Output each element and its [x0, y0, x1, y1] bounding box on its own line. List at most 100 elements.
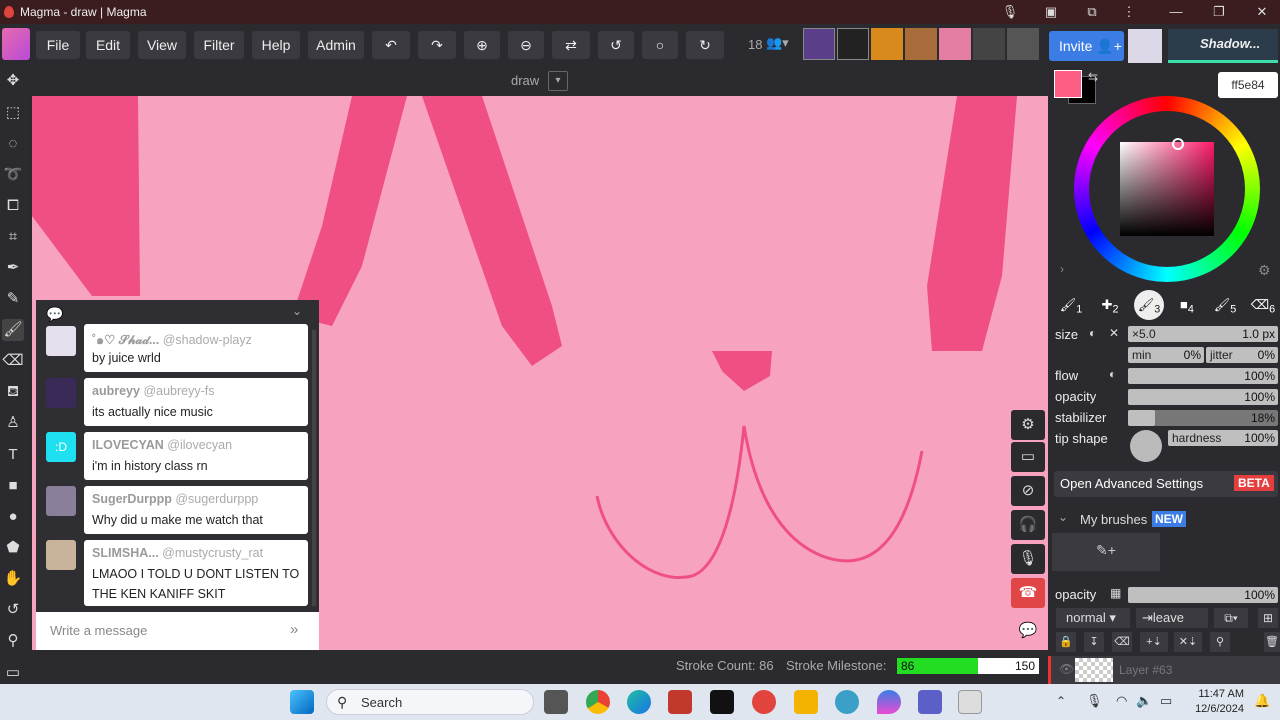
move-tool-icon[interactable]: ✥: [2, 70, 24, 92]
teams-icon[interactable]: [918, 690, 942, 714]
taskbar-search[interactable]: ⚲ Search: [326, 689, 534, 715]
clock-time[interactable]: 11:47 AM: [1196, 688, 1244, 700]
avatar[interactable]: [46, 540, 76, 570]
headphones-icon[interactable]: 🎧: [1011, 510, 1045, 540]
minimize-button[interactable]: —: [1167, 3, 1185, 21]
message-handle[interactable]: @mustycrusty_rat: [162, 546, 263, 560]
menu-help[interactable]: Help: [252, 31, 300, 59]
message-input[interactable]: Write a message »: [36, 612, 319, 650]
menu-view[interactable]: View: [138, 31, 186, 59]
primary-color-swatch[interactable]: [1054, 70, 1082, 98]
delete-layer-icon[interactable]: 🗑: [1264, 632, 1280, 652]
blend-mode-select[interactable]: normal ▾: [1056, 608, 1130, 628]
send-icon[interactable]: »: [290, 621, 298, 638]
avatar[interactable]: [46, 486, 76, 516]
pencil-icon[interactable]: ✎: [2, 288, 24, 310]
rectangle-tool-icon[interactable]: ■: [2, 475, 24, 497]
windows-start-icon[interactable]: [290, 690, 314, 714]
transform-icon[interactable]: ⧠: [2, 195, 24, 217]
avatar[interactable]: [46, 326, 76, 356]
restore-button[interactable]: ❐: [1210, 3, 1228, 21]
text-tool-icon[interactable]: T: [2, 444, 24, 466]
username-badge[interactable]: Shadow...: [1168, 29, 1278, 63]
mic-tray-icon[interactable]: 🎙: [1086, 693, 1103, 709]
pressure-icon[interactable]: ◐: [1089, 326, 1096, 340]
rotate-view-icon[interactable]: ↺: [2, 599, 24, 621]
avatar[interactable]: [1007, 28, 1039, 60]
layer-row[interactable]: 👁 Layer #63: [1048, 656, 1280, 684]
avatar[interactable]: [46, 378, 76, 408]
redo-icon[interactable]: ↷: [418, 31, 456, 59]
color-picker-handle[interactable]: [1172, 138, 1184, 150]
menu-admin[interactable]: Admin: [308, 31, 364, 59]
shape-tool-icon[interactable]: ⬟: [2, 537, 24, 559]
transparency-icon[interactable]: ▦: [1110, 586, 1121, 600]
app-icon[interactable]: [668, 690, 692, 714]
eraser-icon[interactable]: ⌫: [2, 350, 24, 372]
leave-button[interactable]: ⇥leave: [1136, 608, 1208, 628]
avatar[interactable]: [871, 28, 903, 60]
edge-icon[interactable]: [627, 690, 651, 714]
users-icon[interactable]: 👥▾: [766, 35, 789, 51]
flow-slider[interactable]: 100%: [1128, 368, 1278, 384]
stamp-icon[interactable]: ♙: [2, 412, 24, 434]
flip-view-icon[interactable]: ⇄: [552, 31, 590, 59]
undo-icon[interactable]: ↶: [372, 31, 410, 59]
avatar[interactable]: [837, 28, 869, 60]
hardness-slider[interactable]: hardness 100%: [1168, 430, 1278, 446]
chevron-up-icon[interactable]: ⌃: [1056, 694, 1066, 708]
user-avatars[interactable]: [803, 28, 1043, 62]
chat-scrollbar[interactable]: [312, 330, 316, 606]
eyedropper-icon[interactable]: ✒: [2, 257, 24, 279]
chrome-icon[interactable]: [586, 690, 610, 714]
app-icon[interactable]: [958, 690, 982, 714]
lasso-icon[interactable]: ➰: [2, 164, 24, 186]
chevron-down-icon[interactable]: ⌄: [1058, 510, 1068, 524]
invite-button[interactable]: Invite 👤+: [1049, 31, 1124, 61]
clipboard-icon[interactable]: ▣: [1042, 3, 1060, 21]
hand-tool-icon[interactable]: ✋: [2, 568, 24, 590]
extensions-icon[interactable]: ⧉: [1083, 3, 1101, 21]
volume-icon[interactable]: 🔈: [1136, 693, 1152, 709]
avatar[interactable]: [803, 28, 835, 60]
more-menu-icon[interactable]: ⋮: [1120, 3, 1138, 21]
paint-bucket-icon[interactable]: ⛾: [2, 381, 24, 403]
min-size-slider[interactable]: min 0%: [1128, 347, 1204, 363]
microphone-icon[interactable]: 🎙: [1001, 3, 1019, 21]
merge-down-icon[interactable]: ↧: [1084, 632, 1104, 652]
rotate-left-icon[interactable]: ↺: [598, 31, 634, 59]
brush-slot-5[interactable]: 🖌5: [1212, 292, 1238, 318]
magma-logo[interactable]: [2, 28, 30, 60]
message-handle[interactable]: @shadow-playz: [163, 333, 252, 347]
tip-shape-preview[interactable]: [1130, 430, 1162, 462]
lock-layer-icon[interactable]: 🔒: [1056, 632, 1076, 652]
message-handle[interactable]: @sugerdurppp: [175, 492, 258, 506]
advanced-settings-button[interactable]: Open Advanced Settings BETA: [1054, 471, 1278, 497]
menu-file[interactable]: File: [36, 31, 80, 59]
merge-icon[interactable]: +⇣: [1140, 632, 1168, 652]
avatar[interactable]: [905, 28, 937, 60]
app-icon[interactable]: [710, 690, 734, 714]
app-icon[interactable]: [794, 690, 818, 714]
size-lock-icon[interactable]: ✕: [1109, 326, 1119, 340]
jitter-slider[interactable]: jitter 0%: [1206, 347, 1278, 363]
menu-filter[interactable]: Filter: [194, 31, 244, 59]
clock-date[interactable]: 12/6/2024: [1190, 703, 1244, 715]
clear-layer-icon[interactable]: ⌫: [1112, 632, 1132, 652]
avatar[interactable]: [973, 28, 1005, 60]
brush-slot-1[interactable]: 🖌1: [1058, 292, 1084, 318]
zoom-out-icon[interactable]: ⊖: [508, 31, 544, 59]
layer-opacity-slider[interactable]: 100%: [1128, 587, 1278, 603]
brush-slot-4[interactable]: ■4: [1174, 292, 1200, 318]
my-brushes-label[interactable]: My brushes: [1080, 512, 1147, 527]
own-avatar[interactable]: [1128, 29, 1162, 63]
notification-icon[interactable]: 🔔: [1254, 693, 1270, 709]
brush-slot-6[interactable]: ⌫6: [1250, 292, 1276, 318]
crop-icon[interactable]: ⌗: [2, 226, 24, 248]
zoom-in-icon[interactable]: ⊕: [464, 31, 500, 59]
call-icon[interactable]: ☎: [1011, 578, 1045, 608]
saturation-square[interactable]: [1120, 142, 1214, 236]
visibility-icon[interactable]: 👁: [1059, 662, 1074, 676]
close-button[interactable]: ✕: [1253, 3, 1271, 21]
add-brush-button[interactable]: ✎+: [1052, 533, 1160, 571]
